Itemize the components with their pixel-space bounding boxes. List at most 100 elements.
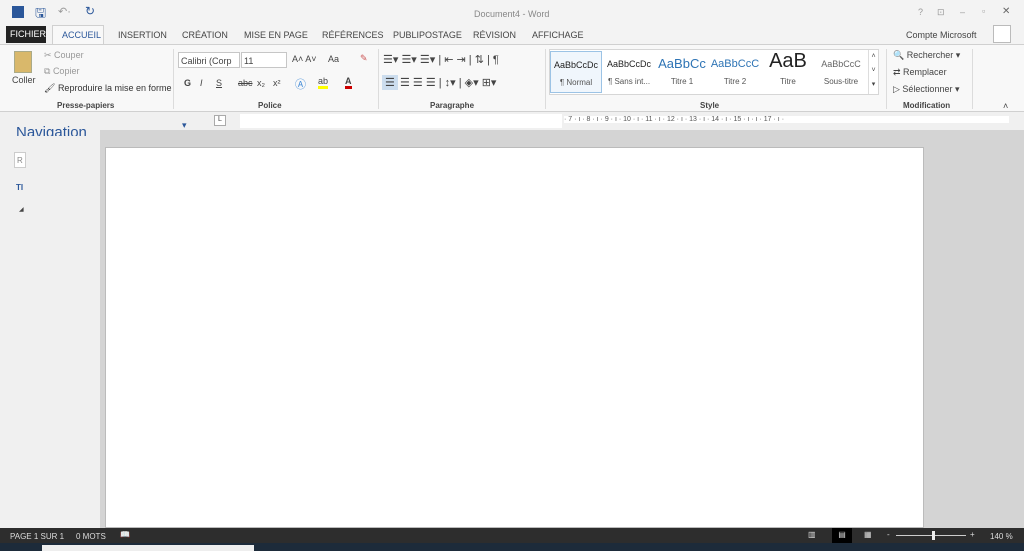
- nav-title: Navigation: [16, 124, 87, 136]
- taskbar-window[interactable]: [42, 545, 254, 551]
- help-icon[interactable]: ?: [918, 7, 923, 17]
- select-label: Sélectionner: [902, 84, 953, 94]
- cut-button[interactable]: ✂ Couper: [44, 50, 84, 61]
- style-sans-interligne[interactable]: AaBbCcDc ¶ Sans int...: [603, 59, 655, 86]
- style-titre-1[interactable]: AaBbCc Titre 1: [656, 56, 708, 86]
- ribbon-tabs: FICHIER ACCUEIL INSERTION CRÉATION MISE …: [0, 24, 1024, 45]
- horizontal-ruler[interactable]: · 7 · ı · 8 · ı · 9 · ı · 10 · ı · 11 · …: [564, 116, 1009, 123]
- status-bar: PAGE 1 SUR 1 0 MOTS 📖 ▥ ▤ ▦ - + 140 %: [0, 528, 1024, 543]
- navigation-pane: Navigation ▾ R TI ◢: [0, 120, 187, 528]
- select-button[interactable]: ▷ Sélectionner ▾: [893, 84, 960, 95]
- tab-fichier[interactable]: FICHIER: [6, 26, 46, 43]
- group-label-editing: Modification: [903, 101, 951, 110]
- window-title: Document4 - Word: [474, 9, 550, 19]
- style-preview: AaBbCc: [658, 56, 706, 71]
- expand-icon[interactable]: ◢: [19, 206, 24, 213]
- change-case-button[interactable]: Aa: [328, 54, 339, 64]
- divider: [378, 49, 379, 109]
- copy-button[interactable]: ⧉ Copier: [44, 66, 79, 77]
- text-effects-icon[interactable]: Ⓐ: [295, 76, 306, 92]
- account-link[interactable]: Compte Microsoft: [906, 30, 977, 40]
- proofing-icon[interactable]: 📖: [120, 530, 130, 539]
- zoom-in-button[interactable]: +: [970, 530, 975, 539]
- style-titre[interactable]: AaB Titre: [762, 50, 814, 86]
- word-icon: [12, 6, 24, 18]
- zoom-slider-thumb[interactable]: [932, 531, 935, 540]
- font-name-select[interactable]: Calibri (Corp: [178, 52, 240, 68]
- divider: [972, 49, 973, 109]
- minimize-icon[interactable]: –: [960, 7, 965, 17]
- divider: [173, 49, 174, 109]
- tab-affichage[interactable]: AFFICHAGE: [532, 30, 584, 40]
- find-button[interactable]: 🔍 Rechercher ▾: [893, 50, 960, 61]
- divider: [886, 49, 887, 109]
- zoom-out-button[interactable]: -: [887, 530, 890, 539]
- font-color-icon[interactable]: A: [345, 76, 352, 89]
- tab-references[interactable]: RÉFÉRENCES: [322, 30, 384, 40]
- grow-font-icon[interactable]: A˄ A˅: [292, 54, 317, 64]
- tab-creation[interactable]: CRÉATION: [182, 30, 228, 40]
- ribbon: Coller ✂ Couper ⧉ Copier 🖌 Reproduire la…: [0, 44, 1024, 112]
- tab-revision[interactable]: RÉVISION: [473, 30, 516, 40]
- style-name: Titre: [780, 77, 796, 86]
- bold-button[interactable]: G: [184, 78, 191, 88]
- nav-search-input[interactable]: R: [14, 152, 26, 168]
- replace-label: Remplacer: [903, 67, 947, 77]
- style-name: Sous-titre: [823, 77, 859, 86]
- italic-button[interactable]: I: [200, 78, 203, 88]
- font-size-select[interactable]: 11: [241, 52, 287, 68]
- style-name: Titre 2: [723, 77, 747, 86]
- superscript-button[interactable]: x²: [273, 78, 281, 88]
- paste-icon[interactable]: [14, 51, 32, 73]
- tab-stop-selector[interactable]: L: [214, 115, 226, 126]
- tab-mise-en-page[interactable]: MISE EN PAGE: [244, 30, 308, 40]
- avatar[interactable]: [993, 25, 1011, 43]
- style-name: Titre 1: [670, 77, 694, 86]
- clear-format-icon[interactable]: ✎: [360, 53, 368, 64]
- strikethrough-button[interactable]: abc: [238, 78, 253, 88]
- read-mode-icon[interactable]: ▥: [808, 530, 816, 539]
- copy-label: Copier: [52, 66, 80, 76]
- style-preview: AaBbCcC: [821, 59, 861, 69]
- align-icons[interactable]: ☰ ☰ ☰ | ↕▾ | ◈▾ ⊞▾: [400, 76, 496, 89]
- close-icon[interactable]: ✕: [1002, 6, 1010, 17]
- save-icon[interactable]: 🖫: [35, 4, 46, 26]
- style-sous-titre[interactable]: AaBbCcC Sous-titre: [815, 59, 867, 86]
- tab-accueil[interactable]: ACCUEIL: [52, 25, 104, 45]
- nav-tab-headings[interactable]: TI: [16, 183, 23, 192]
- word-count[interactable]: 0 MOTS: [76, 532, 106, 541]
- style-titre-2[interactable]: AaBbCcC Titre 2: [709, 58, 761, 86]
- paste-button[interactable]: Coller: [12, 75, 36, 85]
- format-painter-button[interactable]: 🖌 Reproduire la mise en forme: [44, 83, 172, 94]
- tab-insertion[interactable]: INSERTION: [118, 30, 167, 40]
- ruler-left-blank: [240, 114, 562, 128]
- subscript-button[interactable]: x₂: [257, 78, 265, 88]
- print-layout-icon[interactable]: ▤: [832, 528, 852, 543]
- tab-publipostage[interactable]: PUBLIPOSTAGE: [393, 30, 462, 40]
- zoom-slider[interactable]: [896, 535, 966, 536]
- undo-icon[interactable]: ↶·: [58, 5, 71, 18]
- group-label-style: Style: [700, 101, 720, 110]
- styles-scroll[interactable]: ˄ ˅ ▾: [868, 50, 878, 94]
- highlight-icon[interactable]: ab: [318, 76, 329, 89]
- maximize-icon[interactable]: ▫: [982, 6, 985, 16]
- format-painter-label: Reproduire la mise en forme: [57, 83, 172, 93]
- zoom-level[interactable]: 140 %: [990, 532, 1013, 541]
- style-normal[interactable]: AaBbCcDc ¶ Normal: [550, 51, 602, 93]
- replace-button[interactable]: ⇄ Remplacer: [893, 67, 947, 78]
- page-count[interactable]: PAGE 1 SUR 1: [10, 532, 64, 541]
- web-layout-icon[interactable]: ▦: [864, 530, 872, 539]
- group-label-clipboard: Presse-papiers: [57, 101, 115, 110]
- divider: [545, 49, 546, 109]
- collapse-ribbon-icon[interactable]: ˄: [1003, 101, 1008, 111]
- redo-icon[interactable]: ↻: [85, 4, 95, 18]
- document-page[interactable]: [105, 147, 924, 528]
- taskbar: [0, 543, 1024, 551]
- underline-button[interactable]: S: [216, 78, 222, 88]
- ribbon-display-icon[interactable]: ⊡: [937, 7, 945, 18]
- align-left-icon[interactable]: ☰: [382, 75, 398, 90]
- title-bar: 🖫 ↶· ↻ Document4 - Word ? ⊡ – ▫ ✕: [0, 0, 1024, 24]
- style-name: ¶ Normal: [559, 78, 593, 87]
- nav-options-icon[interactable]: ▾: [182, 120, 187, 131]
- bullets-icon[interactable]: ☰▾ ☰▾ ☰▾ | ⇤ ⇥ | ⇅ | ¶: [383, 53, 499, 66]
